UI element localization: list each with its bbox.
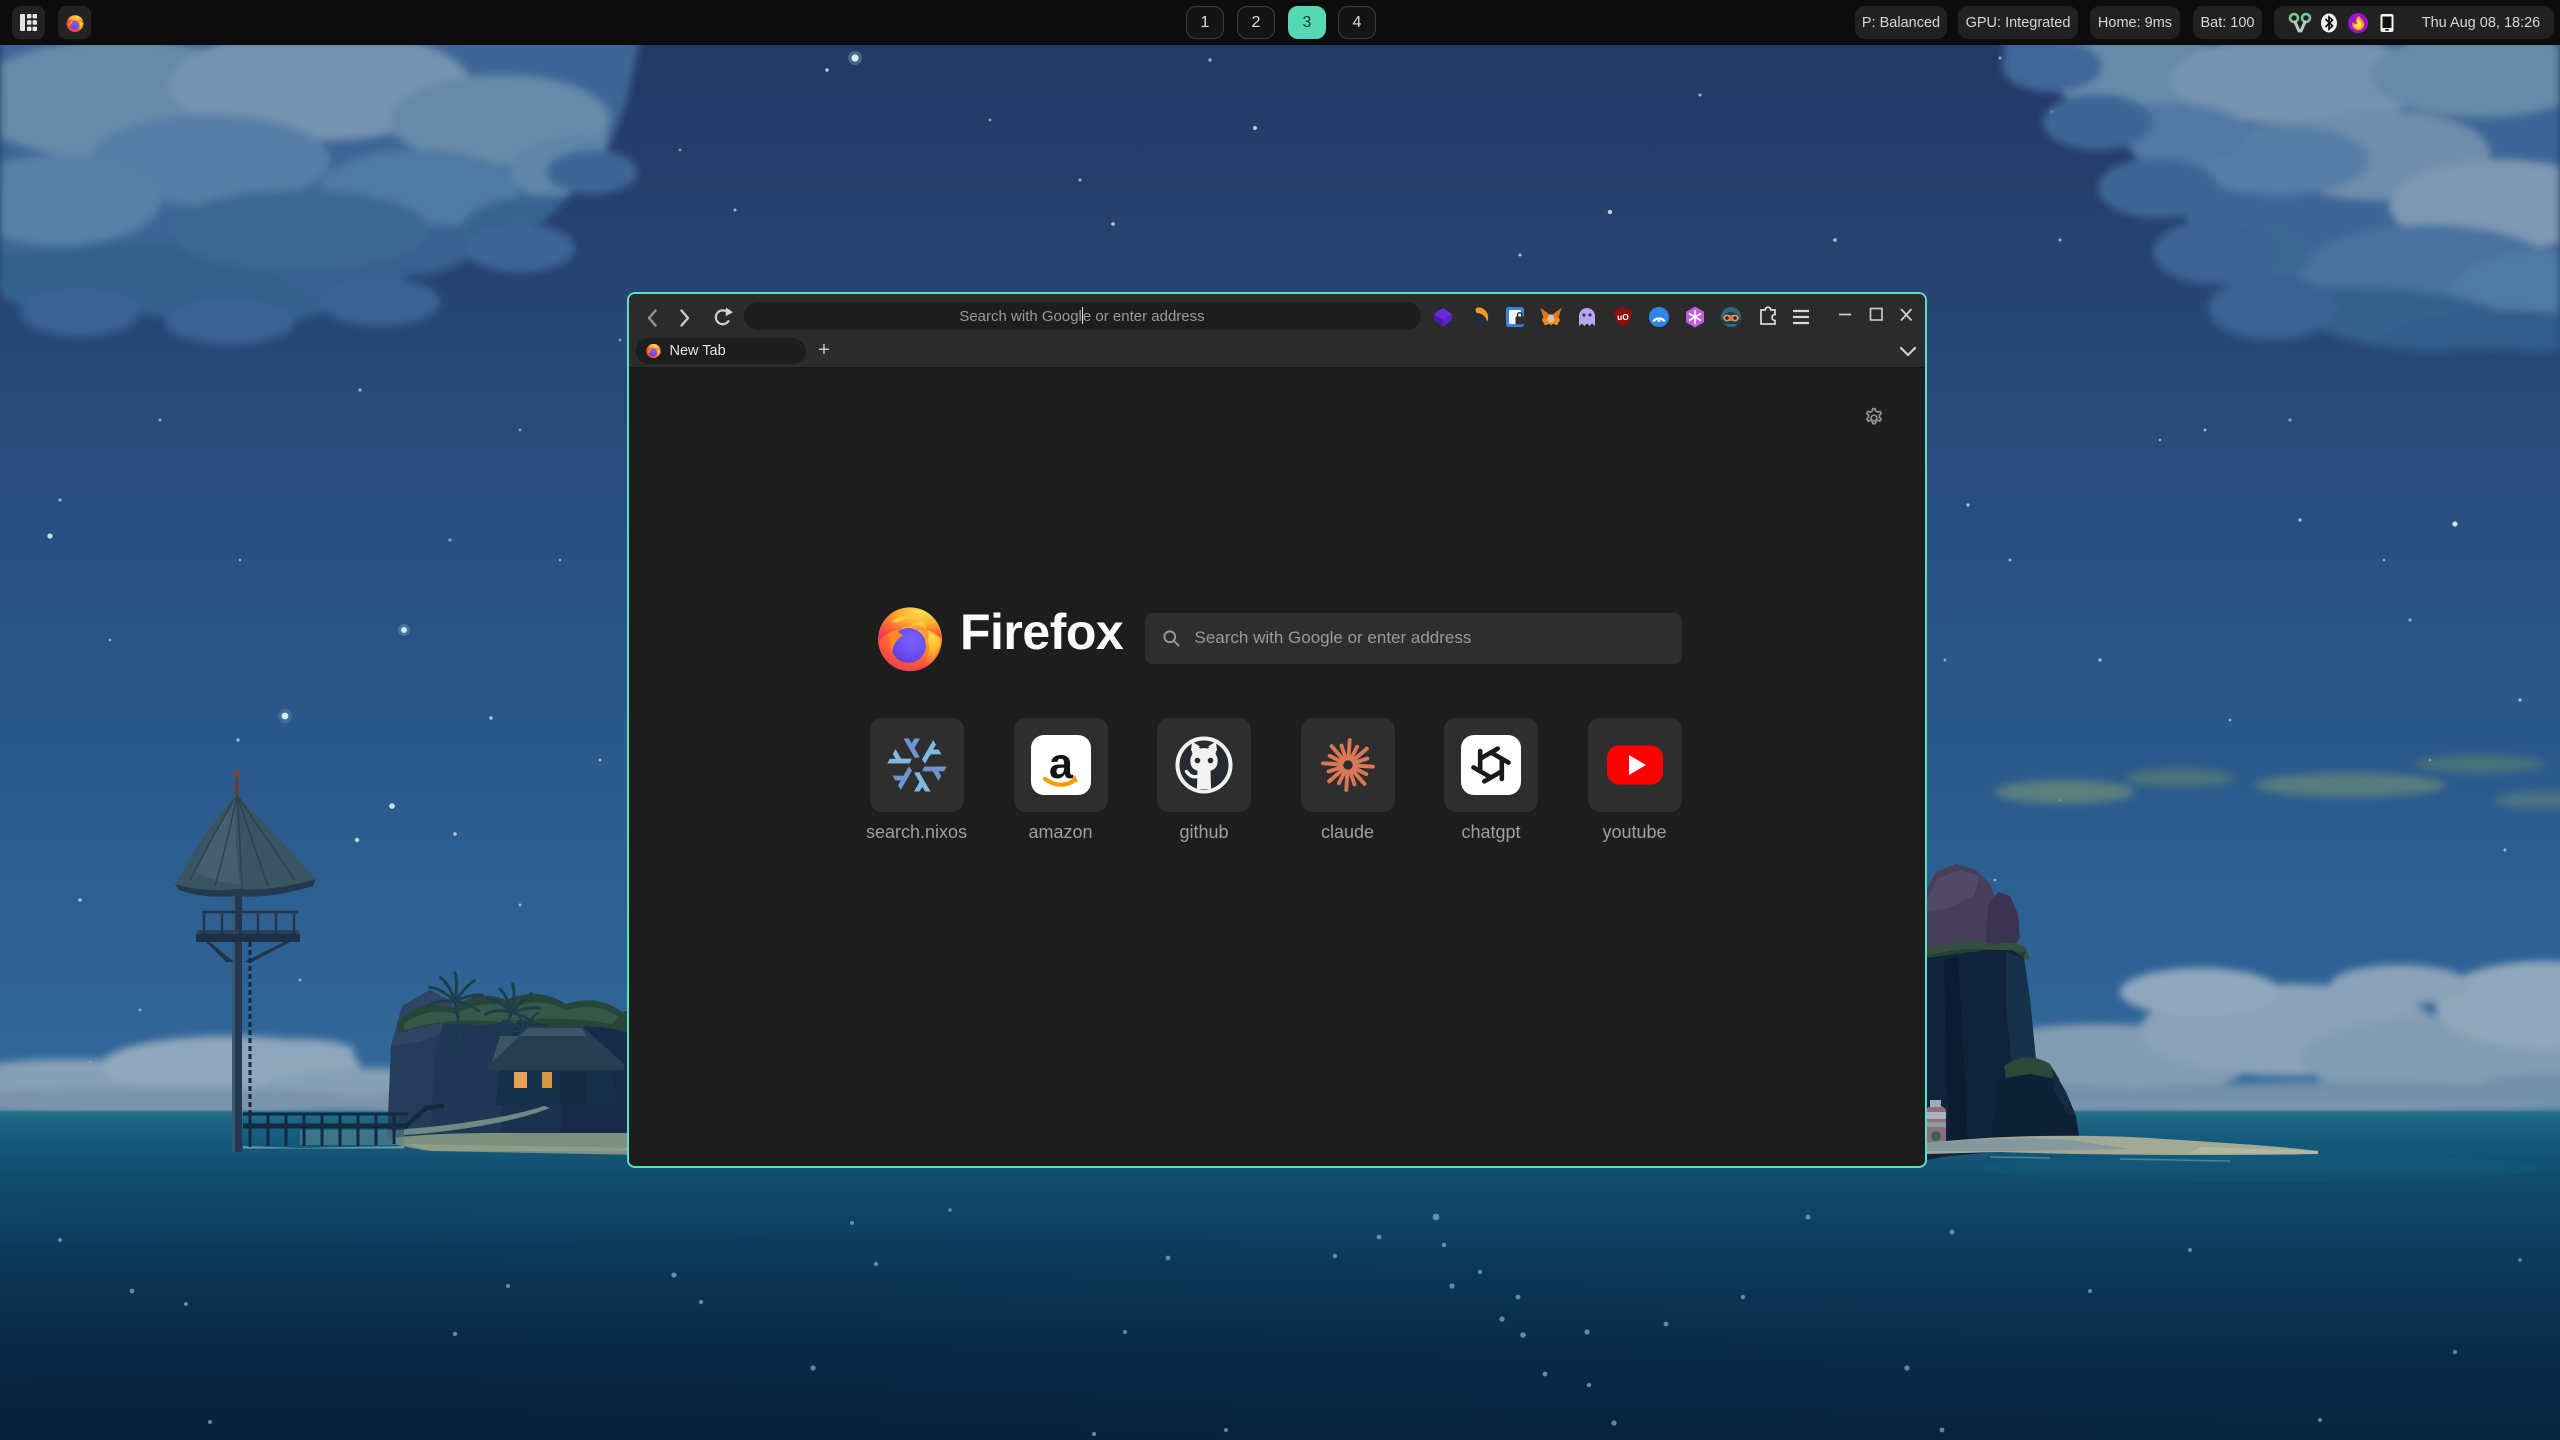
svg-text:uO: uO: [1617, 312, 1629, 322]
